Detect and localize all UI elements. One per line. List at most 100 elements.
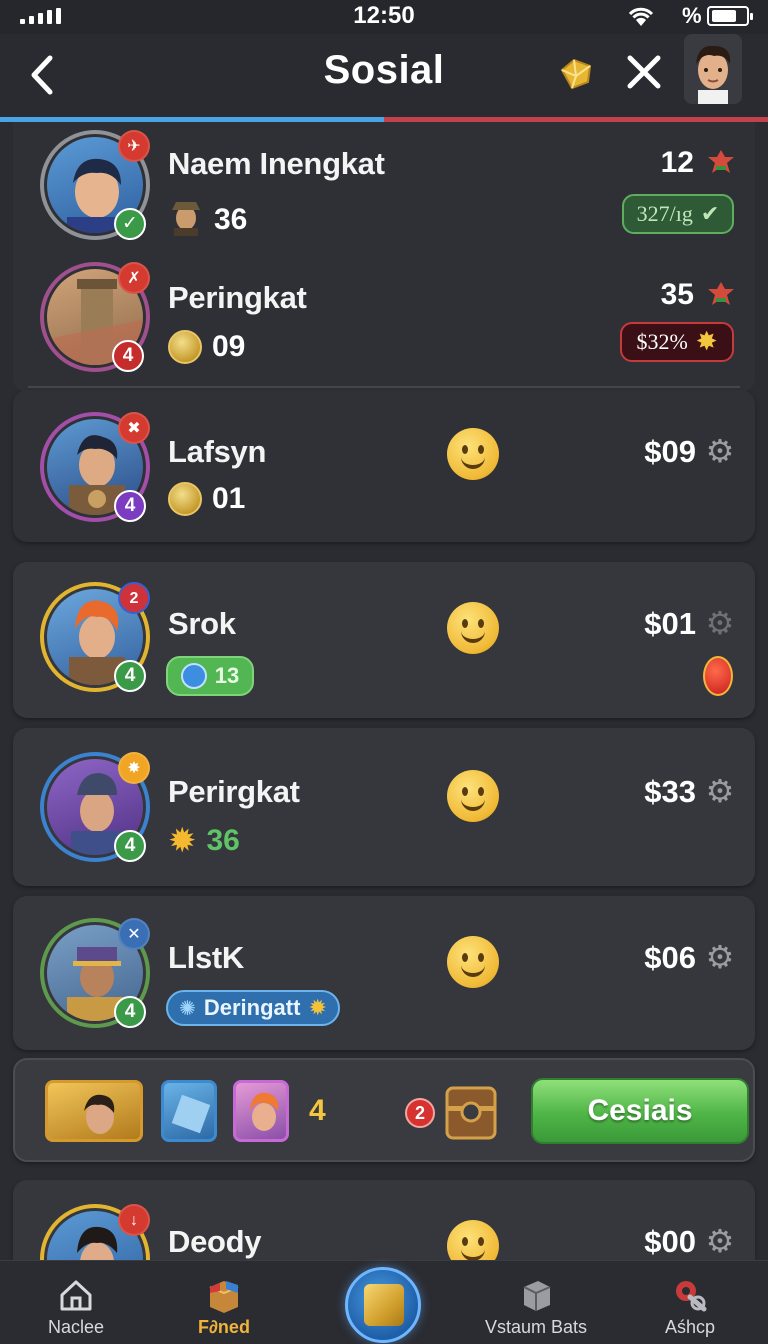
- character-icon: [168, 196, 204, 244]
- bottom-nav: Naclee F∂ned Vstaum Bats Aśhcp: [0, 1260, 768, 1344]
- avatar: ✖ 4: [40, 412, 150, 522]
- sun-badge-icon: ✸: [118, 752, 150, 784]
- app-header: Sosial: [0, 34, 768, 118]
- battery-percent: %: [682, 3, 702, 28]
- avatar: ✗ 4: [40, 262, 150, 372]
- list-item[interactable]: ✈ ✓ Naem Inengkat 36 12 327/ıg ✔: [0, 128, 768, 248]
- smiley-icon[interactable]: [447, 770, 499, 822]
- smiley-icon[interactable]: [447, 602, 499, 654]
- sword-badge-icon: ✗: [118, 262, 150, 294]
- star-icon: ✸: [695, 327, 718, 356]
- nav-item-cube[interactable]: Vstaum Bats: [466, 1261, 606, 1344]
- player-name: Lafsyn: [168, 434, 267, 469]
- nav-label: Aśhcp: [664, 1317, 716, 1337]
- player-stat: ✹ 36: [168, 824, 240, 858]
- down-arrow-badge-icon: ↓: [118, 1204, 150, 1236]
- gear-icon[interactable]: ⚙: [705, 941, 735, 973]
- player-stat-value: 36: [206, 824, 240, 857]
- reward-card: 4 2 Cesiais: [13, 1058, 755, 1162]
- player-stat: 36: [168, 196, 247, 244]
- smiley-icon[interactable]: [447, 936, 499, 988]
- smiley-icon[interactable]: [447, 428, 499, 480]
- amount-value: $01: [644, 606, 696, 641]
- list-item[interactable]: ✖ 4 Lafsyn 01 $09 ⚙: [0, 410, 768, 530]
- stat-pill: 13: [166, 656, 254, 696]
- box-icon: [209, 1281, 239, 1313]
- gear-icon[interactable]: ⚙: [705, 1225, 735, 1257]
- amount-value: $09: [644, 434, 696, 469]
- rank-number: 35: [660, 278, 694, 311]
- player-name: Peringkat: [168, 280, 307, 315]
- list-item[interactable]: ✕ 4 LlstK ✺ Deringatt ✹ $06 ⚙: [0, 916, 768, 1036]
- reward-portrait[interactable]: [45, 1080, 143, 1142]
- refresh-icon: [180, 663, 207, 689]
- reward-item[interactable]: [161, 1080, 217, 1142]
- level-badge: 4: [114, 830, 146, 862]
- shop-icon: [676, 1281, 707, 1312]
- wifi-icon: [626, 4, 656, 34]
- reward-character[interactable]: [233, 1080, 289, 1142]
- cube-icon: [523, 1281, 551, 1311]
- player-name: LlstK: [168, 940, 245, 975]
- claim-button[interactable]: Cesiais: [531, 1078, 749, 1144]
- level-badge: 4: [112, 340, 144, 372]
- count-badge: 2: [118, 582, 150, 614]
- flag-badge-icon: ✈: [118, 130, 150, 162]
- cross-badge-icon: ✖: [118, 412, 150, 444]
- level-badge: 4: [114, 490, 146, 522]
- list-item[interactable]: ✸ 4 Perirgkat ✹ 36 $33 ⚙: [0, 750, 768, 870]
- status-bar: 12:50 %: [0, 0, 768, 34]
- player-stat-value: 13: [214, 663, 240, 688]
- profile-avatar[interactable]: [684, 34, 742, 104]
- player-stat: 09: [168, 330, 245, 364]
- avatar: ✈ ✓: [40, 130, 150, 240]
- social-list[interactable]: ✈ ✓ Naem Inengkat 36 12 327/ıg ✔ ✗ 4 Peri…: [0, 122, 768, 1260]
- avatar: ✸ 4: [40, 752, 150, 862]
- coin-icon: [168, 482, 202, 516]
- leaf-icon: [706, 280, 736, 310]
- chest-icon[interactable]: [443, 1078, 499, 1144]
- nav-label: Naclee: [47, 1317, 105, 1337]
- nav-item-box[interactable]: F∂ned: [154, 1261, 294, 1344]
- player-name: Deody: [168, 1224, 262, 1259]
- leaf-icon: [706, 148, 736, 178]
- list-item[interactable]: ✗ 4 Peringkat 09 35 $32% ✸: [0, 262, 768, 382]
- stat-pill: ✺ Deringatt ✹: [166, 990, 340, 1026]
- coin-icon: [168, 330, 202, 364]
- player-stat-value: Deringatt: [203, 995, 301, 1020]
- sun-icon: ✹: [308, 995, 327, 1020]
- gem-icon[interactable]: [556, 54, 596, 94]
- nav-item-treasure[interactable]: [345, 1267, 421, 1343]
- close-button[interactable]: [620, 50, 668, 98]
- status-pill: 327/ıg ✔: [622, 194, 734, 234]
- list-item[interactable]: ↓ Deody $00 ⚙: [0, 1202, 768, 1260]
- avatar: 2 4: [40, 582, 150, 692]
- player-stat-value: 36: [214, 203, 248, 236]
- home-icon: [60, 1280, 92, 1311]
- reward-count: 4: [309, 1094, 326, 1127]
- status-pill: $32% ✸: [620, 322, 734, 362]
- list-item[interactable]: 2 4 Srok 13 $01 ⚙: [0, 582, 768, 702]
- gear-small-icon: ✺: [179, 997, 196, 1020]
- gear-icon[interactable]: ⚙: [705, 607, 735, 639]
- check-badge-icon: ✓: [114, 208, 146, 240]
- avatar: ✕ 4: [40, 918, 150, 1028]
- player-name: Srok: [168, 606, 236, 641]
- amount-value: $00: [644, 1224, 696, 1259]
- gear-icon[interactable]: ⚙: [705, 775, 735, 807]
- level-badge: 4: [114, 996, 146, 1028]
- gear-icon[interactable]: ⚙: [705, 435, 735, 467]
- level-badge: 4: [114, 660, 146, 692]
- player-stat-value: 01: [212, 482, 246, 515]
- nav-item-shop[interactable]: Aśhcp: [620, 1261, 760, 1344]
- close-icon: [627, 55, 661, 89]
- rank-number: 12: [660, 146, 694, 179]
- player-stat: 01: [168, 482, 245, 516]
- nav-label: Vstaum Bats: [484, 1317, 588, 1337]
- nav-item-home[interactable]: Naclee: [6, 1261, 146, 1344]
- smiley-icon[interactable]: [447, 1220, 499, 1260]
- reward-badge: 2: [405, 1098, 435, 1128]
- player-stat-value: 09: [212, 330, 246, 363]
- nav-label: F∂ned: [198, 1317, 250, 1337]
- avatar: ↓: [40, 1204, 150, 1260]
